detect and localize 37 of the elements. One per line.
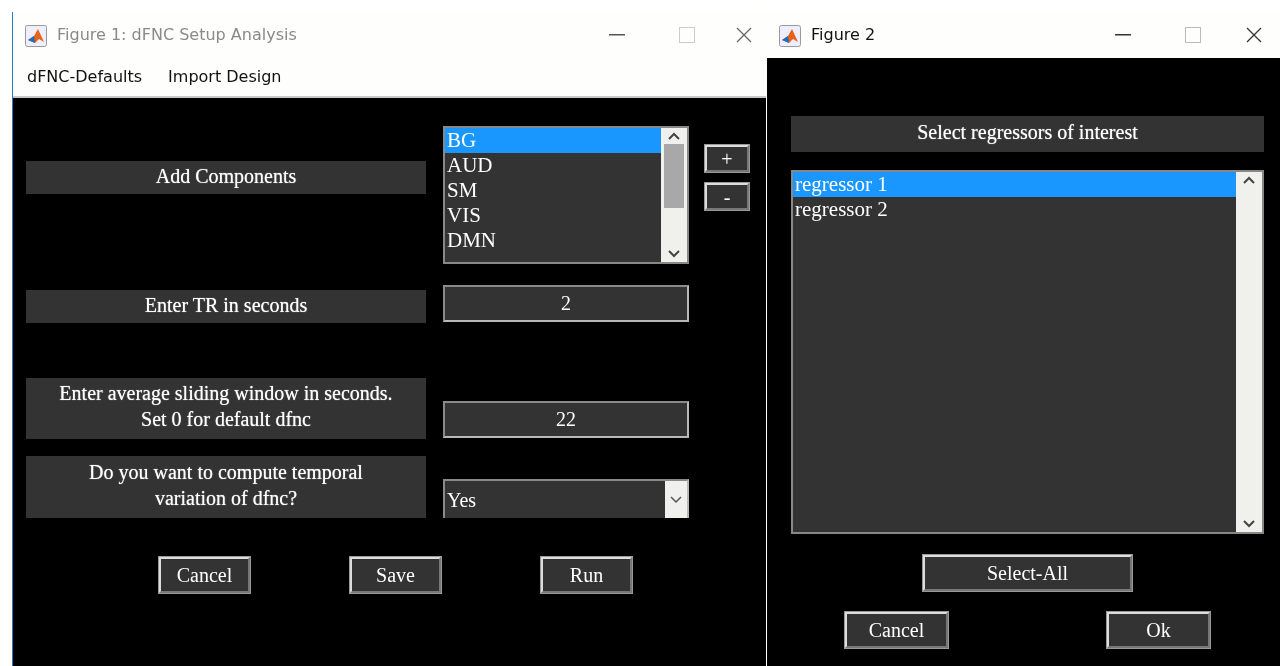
dialog-button[interactable]: Ok [1107,612,1210,648]
scrollbar[interactable] [661,128,687,262]
close-icon[interactable] [1246,27,1262,43]
list-item[interactable]: AUD [445,153,661,178]
caret-icon[interactable] [670,495,682,504]
list-item[interactable]: DMN [445,228,661,253]
regressor-list[interactable]: regressor 1 regressor 2 [791,170,1264,534]
tr-input-field[interactable]: 2 [443,285,689,322]
dialog-button[interactable]: Cancel [845,612,948,648]
close-icon[interactable] [736,27,752,43]
component-list[interactable]: BG AUD SM VIS DMN [443,126,689,264]
dialog-button[interactable]: Cancel [159,557,250,593]
field-label: Enter TR in seconds [26,290,426,323]
window-input-field[interactable]: 22 [443,401,689,438]
list-item[interactable]: regressor 2 [793,197,1236,222]
dialog-button[interactable]: Run [541,557,632,593]
field-label: Enter average sliding window in seconds. Set 0 for default dfnc [26,378,426,439]
app-logo-icon [779,24,801,47]
menu-item[interactable]: dFNC-Defaults [27,65,143,89]
scrollbar[interactable] [1236,172,1262,532]
dropdown[interactable]: Yes [443,479,689,518]
field-label: Do you want to compute temporal variation of dfnc? [26,456,426,518]
field-label: Add Components [26,161,426,194]
window-title: Figure 1: dFNC Setup Analysis [57,24,298,46]
dropdown-value: Yes [446,487,478,513]
app-logo-icon [25,24,47,47]
panel-heading: Select regressors of interest [791,116,1264,152]
select-all-button[interactable]: Select-All [923,555,1132,591]
dialog-button[interactable]: Save [350,557,441,593]
list-item[interactable]: SM [445,178,661,203]
minimize-icon[interactable] [1115,34,1131,36]
minimize-icon[interactable] [609,34,625,36]
remove-button[interactable]: - [705,183,749,210]
menu-item[interactable]: Import Design [168,65,282,89]
window-title: Figure 2 [811,24,877,46]
list-item[interactable]: VIS [445,203,661,228]
add-button[interactable]: + [705,145,749,172]
